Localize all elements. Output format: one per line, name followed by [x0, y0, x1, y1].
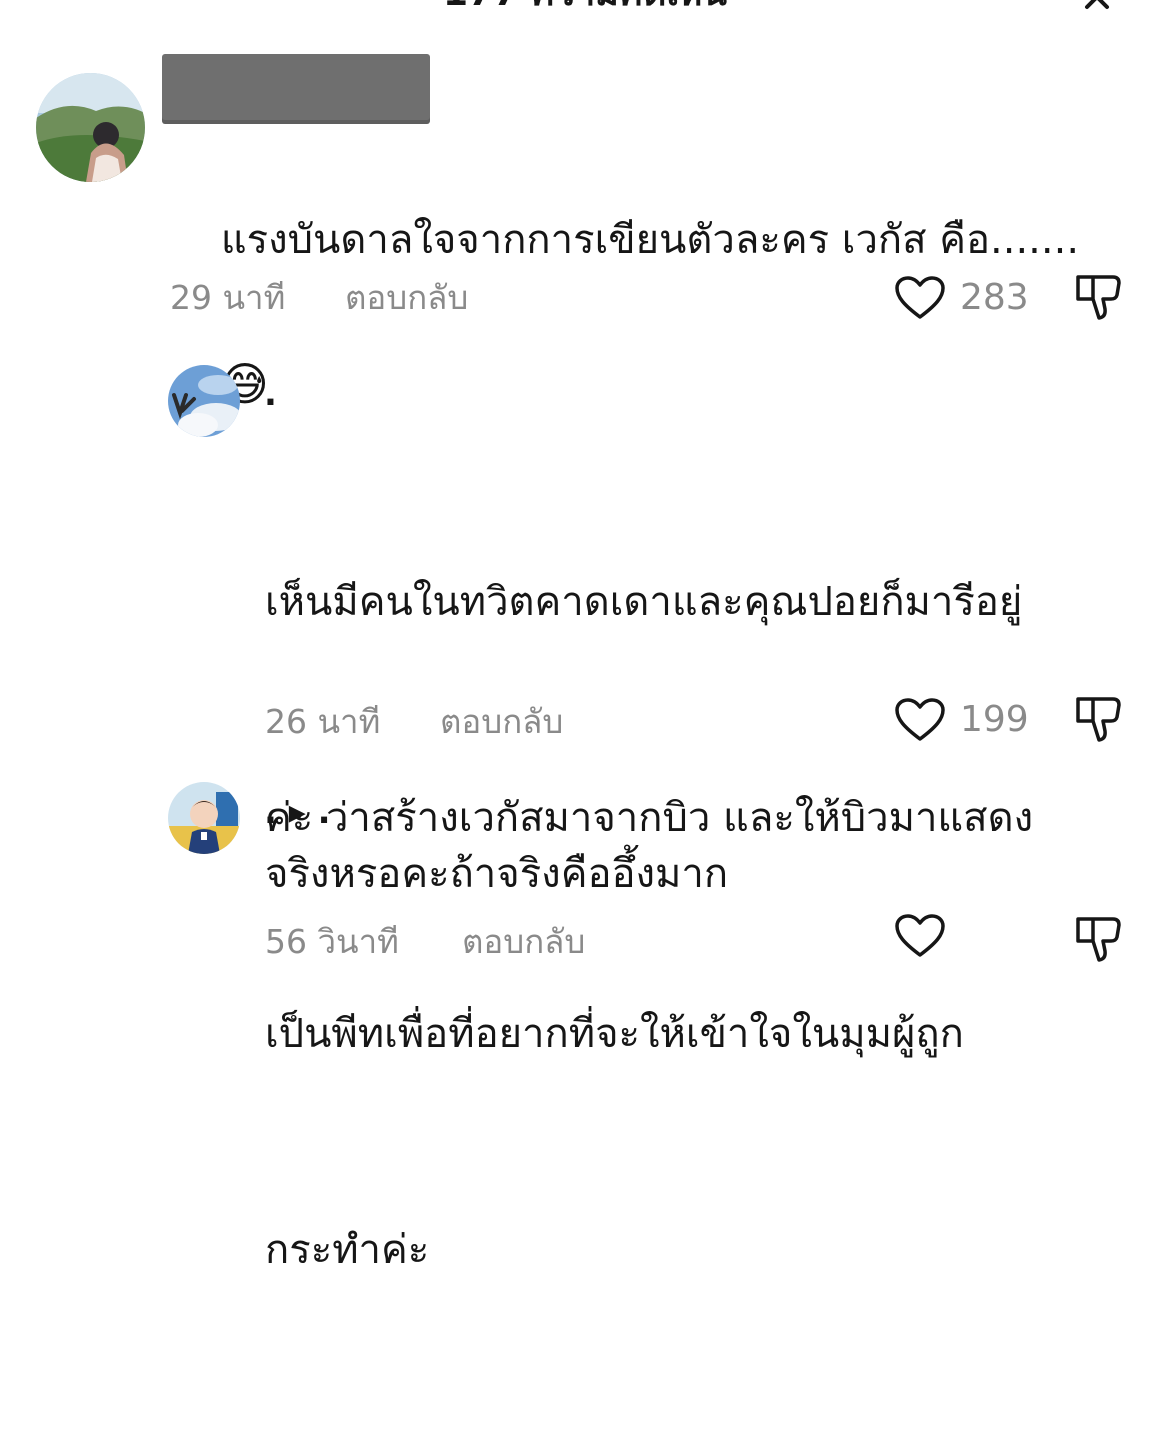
dislike-icon[interactable] — [1073, 695, 1123, 745]
comment-line: เป็นพีทเพื่อที่อยากที่จะให้เข้าใจในมุมผู… — [265, 1011, 964, 1057]
like-count: 199 — [960, 699, 1029, 740]
like-button[interactable]: 283 — [894, 270, 1029, 326]
comment-text-body: แรงบันดาลใจจากการเขียนตัวละคร เวกัส คือ.… — [220, 217, 1080, 263]
username[interactable]: . — [264, 374, 277, 414]
header-strip: 177 ความคิดเห็น — [0, 0, 1170, 14]
comments-header-title: 177 ความคิดเห็น — [0, 0, 1170, 14]
comment-line: เห็นมีคนในทวิตคาดเดาและคุณปอยก็มารีอยู่ — [265, 579, 1023, 625]
reply-button[interactable]: ตอบกลับ — [440, 702, 563, 742]
avatar[interactable] — [168, 782, 240, 854]
like-button[interactable]: 199 — [894, 692, 1029, 748]
reply-button[interactable]: ตอบกลับ — [462, 922, 585, 962]
comment-text: จริงหรอคะถ้าจริงคืออึ้งมาก — [265, 851, 729, 897]
username[interactable]: . ▸ . — [264, 792, 331, 832]
avatar[interactable] — [36, 73, 145, 182]
close-icon[interactable] — [1082, 0, 1112, 12]
heart-icon — [895, 276, 945, 319]
like-count: 283 — [960, 277, 1029, 318]
reply-button[interactable]: ตอบกลับ — [345, 278, 468, 318]
redacted-username — [162, 54, 430, 124]
heart-icon[interactable] — [894, 913, 946, 959]
comment-time: 56 วินาที — [265, 922, 399, 961]
comment-time: 26 นาที — [265, 702, 381, 741]
comment-line: กระทำค่ะ — [265, 1227, 430, 1273]
dislike-icon[interactable] — [1073, 915, 1123, 965]
comment-time: 29 นาที — [170, 278, 286, 317]
avatar[interactable] — [168, 365, 240, 437]
dislike-icon[interactable] — [1073, 273, 1123, 323]
heart-icon — [895, 698, 945, 741]
